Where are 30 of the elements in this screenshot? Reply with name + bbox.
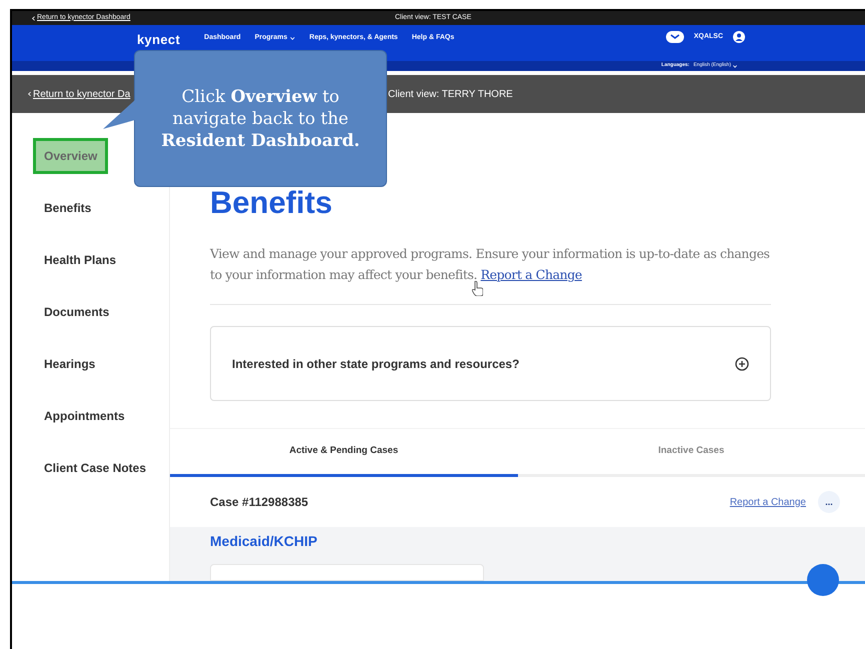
description-text: View and manage your approved programs. Ensure your information is up-to-date as changes to your information may affect your benefits. Report a Change [210,245,771,284]
plus-icon [735,356,749,370]
chevron-icon [733,64,737,68]
page-title: Benefits [210,185,334,221]
user-icon [733,31,745,43]
callout-text: Click Overview to navigate back to the Resident Dashboard. [160,86,361,152]
sidebar-item[interactable]: Client Case Notes [33,450,146,477]
round-button[interactable] [807,564,839,596]
program-name: Medicaid/KCHIP [210,532,318,551]
accordion-title: Interested in other state programs and resources? [232,356,520,372]
sidebar-item[interactable]: Documents [33,294,110,321]
logo[interactable]: kynect [137,33,180,46]
sidebar-item[interactable]: Appointments [33,398,125,425]
accordion-panel[interactable]: Interested in other state programs and resources? [210,326,771,401]
client-view-label: Client view: TERRY THORE [388,88,513,102]
chevron-icon [28,91,31,97]
chevron-icon [32,16,35,20]
report-change-link[interactable]: Report a Change [730,494,806,510]
more-button[interactable]: ... [818,491,840,513]
chevron-icon [290,36,296,40]
tab[interactable]: Active & Pending Cases [170,429,518,477]
hand-cursor-icon [472,281,483,296]
sidebar-item[interactable]: Benefits [33,190,92,217]
sidebar-item[interactable]: Health Plans [33,242,116,269]
sidebar-item[interactable]: Hearings [33,346,96,373]
tab[interactable]: Inactive Cases [518,429,865,477]
report-change-link[interactable]: Report a Change [480,267,582,282]
back-link[interactable]: Return to kynector Da [28,86,130,102]
mail-icon [666,31,684,43]
case-number: Case #112988385 [210,494,308,511]
